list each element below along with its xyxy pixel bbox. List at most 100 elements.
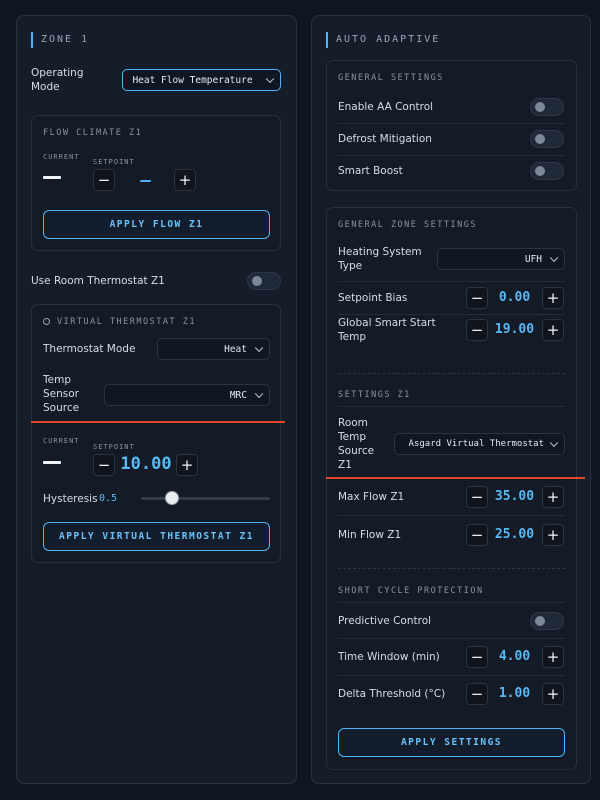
room-temp-source-select[interactable]: Asgard Virtual Thermostat (394, 433, 565, 455)
apply-flow-z1-button[interactable]: APPLY FLOW Z1 (43, 210, 270, 239)
divider (338, 155, 565, 156)
global-smart-start-label: Global Smart Start Temp (338, 317, 436, 343)
toggle-knob (252, 276, 262, 286)
predictive-control-label: Predictive Control (338, 615, 432, 627)
delta-threshold-decrement-button[interactable]: − (466, 683, 488, 705)
time-window-decrement-button[interactable]: − (466, 646, 488, 668)
general-zone-settings-title: GENERAL ZONE SETTINGS (338, 220, 477, 230)
auto-adaptive-title: AUTO ADAPTIVE (326, 32, 440, 48)
divider (338, 123, 565, 124)
flow-climate-title: FLOW CLIMATE Z1 (43, 128, 143, 138)
vt-setpoint-label: SETPOINT (93, 443, 135, 451)
max-flow-increment-button[interactable]: + (542, 486, 564, 508)
hysteresis-label: Hysteresis (43, 493, 98, 505)
time-window-label: Time Window (min) (338, 651, 440, 663)
delta-threshold-value: 1.00 (498, 686, 531, 701)
apply-virtual-thermostat-button[interactable]: APPLY VIRTUAL THERMOSTAT Z1 (43, 522, 270, 551)
divider (338, 638, 565, 639)
general-settings-title: GENERAL SETTINGS (338, 73, 444, 83)
room-temp-source-label: Room Temp Source Z1 (338, 417, 375, 471)
min-flow-increment-button[interactable]: + (542, 524, 564, 546)
setpoint-bias-increment-button[interactable]: + (542, 287, 564, 309)
toggle-knob (535, 134, 545, 144)
divider (338, 602, 565, 603)
apply-settings-button[interactable]: APPLY SETTINGS (338, 728, 565, 757)
global-smart-start-decrement-button[interactable]: − (466, 319, 488, 341)
smart-boost-toggle[interactable] (530, 162, 564, 180)
divider (338, 406, 565, 407)
divider (338, 675, 565, 676)
operating-mode-value: Heat Flow Temperature (132, 74, 253, 86)
divider (338, 314, 565, 315)
flow-setpoint-label: SETPOINT (93, 158, 135, 166)
short-cycle-title: SHORT CYCLE PROTECTION (338, 586, 484, 596)
virtual-thermostat-title: VIRTUAL THERMOSTAT Z1 (57, 317, 196, 327)
hysteresis-value: 0.5 (99, 493, 118, 504)
delta-threshold-label: Delta Threshold (°C) (338, 688, 446, 700)
delta-threshold-increment-button[interactable]: + (542, 683, 564, 705)
toggle-knob (535, 166, 545, 176)
room-thermostat-label: Use Room Thermostat Z1 (31, 275, 165, 287)
min-flow-value: 25.00 (494, 527, 535, 542)
hysteresis-slider-handle[interactable] (165, 491, 179, 505)
chevron-down-icon (549, 253, 559, 263)
setpoint-bias-decrement-button[interactable]: − (466, 287, 488, 309)
chevron-down-icon (549, 438, 559, 448)
setpoint-bias-label: Setpoint Bias (338, 292, 408, 304)
time-window-increment-button[interactable]: + (542, 646, 564, 668)
predictive-control-toggle[interactable] (530, 612, 564, 630)
settings-z1-title: SETTINGS Z1 (338, 390, 411, 400)
enable-aa-toggle[interactable] (530, 98, 564, 116)
status-circle-icon (43, 318, 50, 325)
flow-setpoint-decrement-button[interactable]: − (93, 169, 115, 191)
room-temp-source-value: Asgard Virtual Thermostat (408, 439, 544, 449)
flow-setpoint-increment-button[interactable]: + (174, 169, 196, 191)
toggle-knob (535, 102, 545, 112)
chevron-down-icon (254, 343, 264, 353)
divider (338, 515, 565, 516)
min-flow-decrement-button[interactable]: − (466, 524, 488, 546)
vt-setpoint-value: 10.00 (120, 454, 172, 474)
flow-current-label: CURRENT (43, 153, 80, 161)
thermostat-mode-select[interactable]: Heat (157, 338, 270, 360)
marker-line-right (326, 477, 585, 479)
temp-sensor-source-label: Temp Sensor Source (43, 374, 80, 414)
chevron-down-icon (254, 389, 264, 399)
max-flow-decrement-button[interactable]: − (466, 486, 488, 508)
heating-system-type-value: UFH (524, 253, 542, 265)
smart-boost-label: Smart Boost (338, 165, 403, 177)
operating-mode-select[interactable]: Heat Flow Temperature (122, 69, 281, 91)
vt-current-value-placeholder (43, 461, 61, 464)
toggle-knob (535, 616, 545, 626)
chevron-down-icon (265, 74, 275, 84)
global-smart-start-value: 19.00 (494, 322, 535, 337)
temp-sensor-source-select[interactable]: MRC (104, 384, 270, 406)
max-flow-label: Max Flow Z1 (338, 491, 405, 503)
global-smart-start-increment-button[interactable]: + (542, 319, 564, 341)
flow-setpoint-value-placeholder (140, 180, 151, 182)
heating-system-type-select[interactable]: UFH (437, 248, 565, 270)
vt-setpoint-increment-button[interactable]: + (176, 454, 198, 476)
room-thermostat-toggle[interactable] (247, 272, 281, 290)
min-flow-label: Min Flow Z1 (338, 529, 402, 541)
marker-line-left (31, 421, 285, 423)
defrost-mitigation-toggle[interactable] (530, 130, 564, 148)
operating-mode-label: Operating Mode (31, 67, 84, 93)
thermostat-mode-value: Heat (224, 343, 247, 355)
hysteresis-slider-track[interactable] (141, 497, 270, 500)
dashed-divider (338, 373, 565, 374)
enable-aa-label: Enable AA Control (338, 101, 434, 113)
setpoint-bias-value: 0.00 (498, 290, 531, 305)
time-window-value: 4.00 (498, 649, 531, 664)
flow-current-value-placeholder (43, 176, 61, 179)
vt-setpoint-decrement-button[interactable]: − (93, 454, 115, 476)
temp-sensor-source-value: MRC (229, 389, 247, 401)
zone1-title: ZONE 1 (31, 32, 89, 48)
heating-system-type-label: Heating System Type (338, 246, 422, 272)
max-flow-value: 35.00 (494, 489, 535, 504)
dashed-divider (338, 568, 565, 569)
thermostat-mode-label: Thermostat Mode (43, 343, 136, 355)
divider (338, 281, 565, 282)
vt-current-label: CURRENT (43, 437, 80, 445)
defrost-mitigation-label: Defrost Mitigation (338, 133, 432, 145)
